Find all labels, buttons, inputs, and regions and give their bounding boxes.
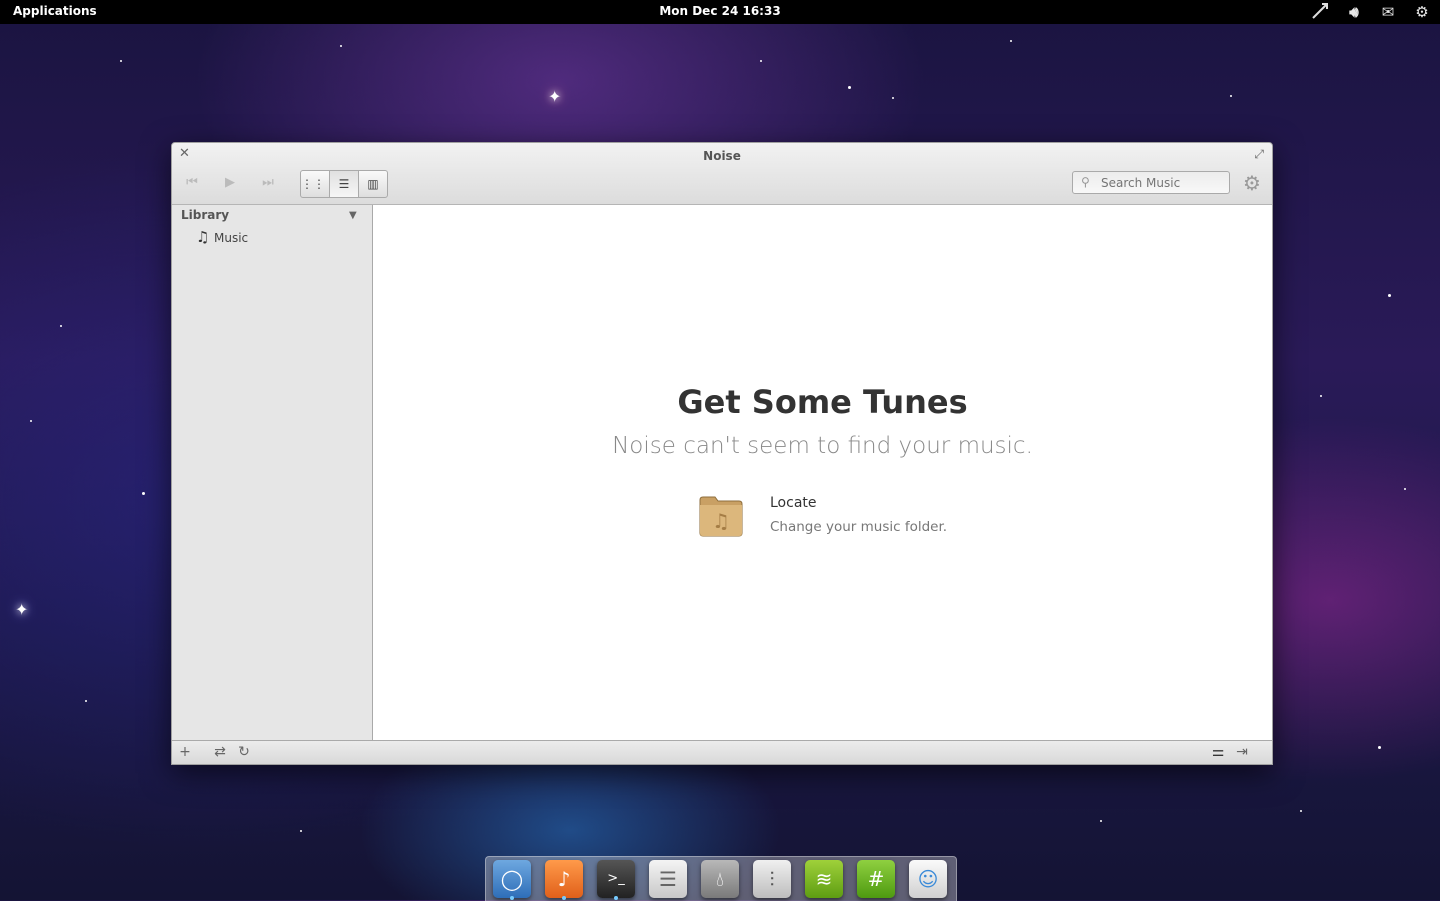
welcome-subtitle: Noise can't seem to find your music. bbox=[612, 433, 1033, 459]
clock[interactable]: Mon Dec 24 16:33 bbox=[0, 4, 1440, 18]
window-title: Noise bbox=[703, 149, 741, 163]
search-field: ⚲ bbox=[1072, 171, 1230, 194]
running-indicator bbox=[562, 896, 566, 900]
shuffle-icon[interactable]: ⇄ bbox=[210, 741, 230, 763]
empathy-icon[interactable]: ☺ bbox=[909, 860, 947, 898]
midori-icon[interactable]: ◯ bbox=[493, 860, 531, 898]
settings-icon[interactable]: ⚙ bbox=[1412, 2, 1432, 22]
settings-app-icon[interactable]: ⫶ bbox=[753, 860, 791, 898]
noise-icon[interactable]: ♪ bbox=[545, 860, 583, 898]
add-icon[interactable]: + bbox=[175, 741, 195, 763]
search-input[interactable] bbox=[1101, 174, 1223, 191]
sidebar-item-label: Music bbox=[214, 231, 249, 245]
music-note-icon: ♫ bbox=[196, 228, 210, 246]
repeat-icon[interactable]: ↻ bbox=[234, 741, 254, 763]
running-indicator bbox=[614, 896, 618, 900]
sidebar-section-library: Library bbox=[181, 208, 230, 222]
locate-option-description[interactable]: Change your music folder. bbox=[770, 519, 947, 535]
running-indicator bbox=[510, 896, 514, 900]
sidebar-item-music[interactable]: ♫ Music bbox=[196, 227, 248, 247]
view-mode-switcher: ⋮⋮⋮ ☰ ▥ bbox=[300, 170, 388, 198]
search-icon: ⚲ bbox=[1081, 175, 1090, 189]
titlebar: ✕ Noise ⤢ ⏮ ▶ ⏭ ⋮⋮⋮ ☰ ▥ ⚲ ⚙ bbox=[172, 143, 1272, 205]
equalizer-icon[interactable]: ⚌ bbox=[1208, 741, 1228, 763]
column-view-icon[interactable]: ▥ bbox=[359, 171, 387, 197]
music-folder-icon[interactable]: ♫ bbox=[698, 492, 744, 538]
gear-icon[interactable]: ⚙ bbox=[1240, 171, 1264, 195]
scratch-icon[interactable]: 💧︎ bbox=[701, 860, 739, 898]
top-panel: Applications Mon Dec 24 16:33 🔊︎ ✉ ⚙ bbox=[0, 0, 1440, 24]
mail-icon[interactable]: ✉ bbox=[1378, 2, 1398, 22]
grid-view-icon[interactable]: ⋮⋮⋮ bbox=[301, 171, 337, 197]
maximize-icon[interactable]: ⤢ bbox=[1254, 147, 1264, 162]
noise-window: ✕ Noise ⤢ ⏮ ▶ ⏭ ⋮⋮⋮ ☰ ▥ ⚲ ⚙ Library ▼ ♫ M… bbox=[171, 142, 1273, 765]
chevron-down-icon[interactable]: ▼ bbox=[349, 210, 357, 221]
welcome-screen: Get Some Tunes Noise can't seem to find … bbox=[373, 205, 1272, 740]
next-icon[interactable]: ⏭ bbox=[256, 171, 280, 195]
volume-icon[interactable]: 🔊︎ bbox=[1344, 2, 1364, 22]
bottom-bar: + ⇄ ↻ ⚌ ⇥ bbox=[172, 740, 1272, 764]
welcome-title: Get Some Tunes bbox=[677, 383, 968, 421]
sidebar: Library ▼ ♫ Music bbox=[172, 205, 373, 740]
list-view-icon[interactable]: ☰ bbox=[330, 171, 359, 197]
locate-option-title[interactable]: Locate bbox=[770, 495, 817, 511]
spotify-icon[interactable]: ≋ bbox=[805, 860, 843, 898]
play-icon[interactable]: ▶ bbox=[218, 171, 242, 195]
previous-icon[interactable]: ⏮ bbox=[180, 171, 204, 195]
files-icon[interactable]: ☰ bbox=[649, 860, 687, 898]
network-icon[interactable] bbox=[1310, 2, 1330, 22]
mini-mode-icon[interactable]: ⇥ bbox=[1232, 741, 1252, 763]
terminal-icon[interactable]: >_ bbox=[597, 860, 635, 898]
svg-text:♫: ♫ bbox=[712, 509, 730, 533]
xchat-icon[interactable]: # bbox=[857, 860, 895, 898]
